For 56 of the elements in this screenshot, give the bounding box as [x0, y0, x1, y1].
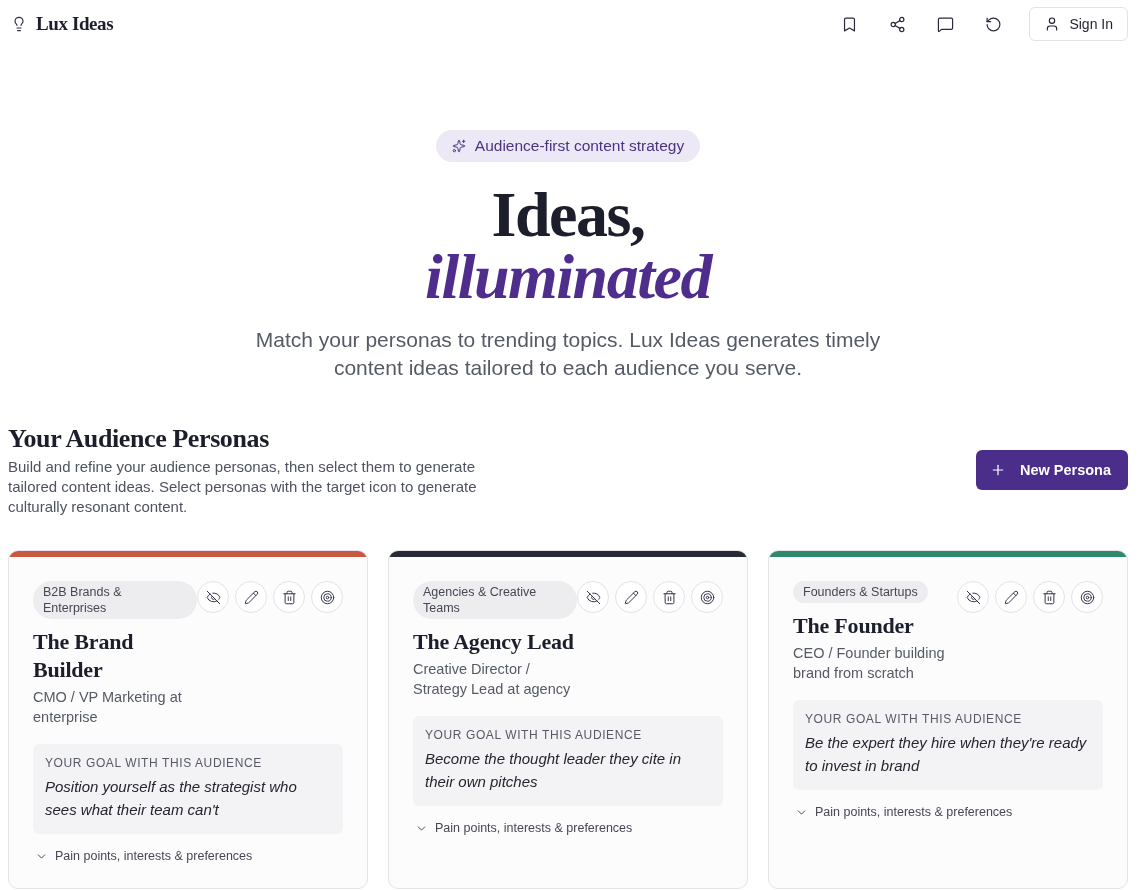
- goal-text: Become the thought leader they cite in their own pitches: [425, 749, 682, 792]
- lightbulb-icon: [11, 16, 27, 32]
- trash-icon: [1041, 589, 1057, 605]
- target-button[interactable]: [691, 581, 723, 613]
- eye-off-icon: [585, 589, 601, 605]
- persona-name: The Brand Builder: [33, 628, 135, 684]
- new-persona-button[interactable]: New Persona: [975, 450, 1128, 490]
- badge-text: Audience-first content strategy: [474, 137, 685, 155]
- hide-button[interactable]: [957, 581, 989, 613]
- target-icon: [319, 589, 335, 605]
- persona-name: The Founder: [793, 612, 914, 640]
- section-description: Build and refine your audience personas, then select them to generate tailored content ideas. Select personas with the target icon to generate culturally resonant content.: [8, 457, 478, 517]
- persona-name: The Agency Lead: [413, 628, 574, 656]
- audience-tag: B2B Brands & Enterprises: [33, 581, 197, 619]
- pencil-icon: [243, 589, 259, 605]
- trash-icon: [661, 589, 677, 605]
- goal-text: Be the expert they hire when they're ready to invest in brand: [805, 733, 1088, 776]
- hero-title: Ideas,: [491, 182, 645, 248]
- persona-role: CMO / VP Marketing at enterprise: [33, 688, 183, 727]
- edit-button[interactable]: [995, 581, 1027, 613]
- share-icon: [888, 15, 906, 33]
- rotate-left-icon: [984, 15, 1002, 33]
- target-button[interactable]: [311, 581, 343, 613]
- edit-button[interactable]: [615, 581, 647, 613]
- trash-icon: [281, 589, 297, 605]
- details-toggle[interactable]: Pain points, interests & preferences: [793, 804, 1013, 820]
- hide-button[interactable]: [577, 581, 609, 613]
- hero-subtitle: Match your personas to trending topics. Lux Ideas generates timely content ideas tailored to each audience you serve.: [254, 327, 882, 381]
- section-title: Your Audience Personas: [8, 423, 270, 455]
- sign-in-button[interactable]: Sign In: [1029, 7, 1128, 41]
- target-button[interactable]: [1071, 581, 1103, 613]
- eye-off-icon: [965, 589, 981, 605]
- delete-button[interactable]: [653, 581, 685, 613]
- pencil-icon: [623, 589, 639, 605]
- audience-tag: Founders & Startups: [793, 581, 928, 603]
- goal-label: YOUR GOAL WITH THIS AUDIENCE: [805, 711, 1023, 727]
- goal-label: YOUR GOAL WITH THIS AUDIENCE: [425, 727, 643, 743]
- edit-button[interactable]: [235, 581, 267, 613]
- hero-title-accent: illuminated: [425, 248, 711, 306]
- goal-text: Position yourself as the strategist who sees what their team can't: [45, 777, 298, 820]
- persona-role: Creative Director / Strategy Lead at agency: [413, 660, 572, 699]
- delete-button[interactable]: [1033, 581, 1065, 613]
- hide-button[interactable]: [197, 581, 229, 613]
- logo-text[interactable]: Lux Ideas: [36, 13, 114, 35]
- persona-role: CEO / Founder building brand from scratch: [793, 644, 946, 683]
- details-toggle[interactable]: Pain points, interests & preferences: [413, 820, 633, 836]
- target-icon: [1079, 589, 1095, 605]
- sparkle-icon: [451, 139, 466, 153]
- audience-tag: Agencies & Creative Teams: [413, 581, 577, 619]
- details-toggle[interactable]: Pain points, interests & preferences: [33, 848, 253, 864]
- speech-bubble-icon: [936, 15, 954, 33]
- pencil-icon: [1003, 589, 1019, 605]
- delete-button[interactable]: [273, 581, 305, 613]
- target-icon: [699, 589, 715, 605]
- goal-label: YOUR GOAL WITH THIS AUDIENCE: [45, 755, 263, 771]
- eye-off-icon: [205, 589, 221, 605]
